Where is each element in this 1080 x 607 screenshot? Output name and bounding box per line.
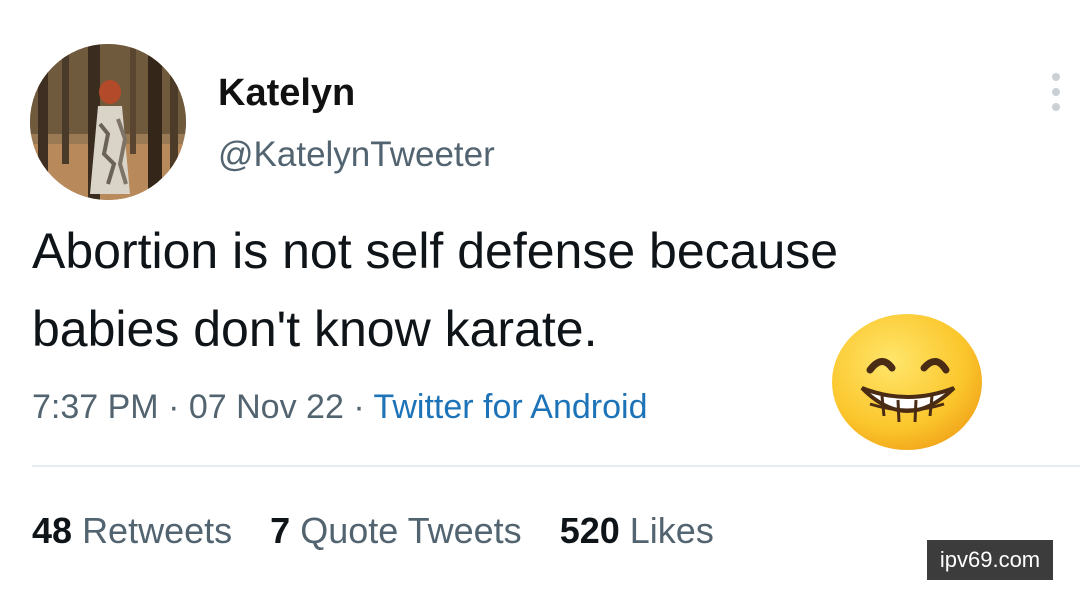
- avatar[interactable]: [30, 44, 186, 200]
- tweet-time[interactable]: 7:37 PM: [32, 388, 159, 426]
- tweet-text-line: Abortion is not self defense because: [32, 223, 839, 279]
- retweets-label: Retweets: [82, 510, 233, 551]
- likes-stat[interactable]: 520 Likes: [560, 510, 714, 551]
- quote-tweets-count: 7: [270, 510, 291, 551]
- more-options-icon[interactable]: [1040, 70, 1072, 114]
- quote-tweets-stat[interactable]: 7 Quote Tweets: [270, 510, 522, 551]
- tweet-date[interactable]: 07 Nov 22: [189, 388, 344, 426]
- watermark: ipv69.com: [927, 540, 1053, 580]
- retweets-count: 48: [32, 510, 73, 551]
- user-handle[interactable]: @KatelynTweeter: [218, 134, 495, 176]
- likes-label: Likes: [629, 510, 714, 551]
- grinning-face-emoji-icon: [832, 314, 982, 450]
- tweet-source-link[interactable]: Twitter for Android: [373, 388, 647, 426]
- quote-tweets-label: Quote Tweets: [300, 510, 522, 551]
- display-name[interactable]: Katelyn: [218, 70, 355, 116]
- profile-photo-icon: [30, 44, 186, 200]
- meta-separator: ·: [168, 388, 180, 426]
- tweet-meta: 7:37 PM · 07 Nov 22 · Twitter for Androi…: [32, 385, 648, 429]
- divider: [32, 465, 1080, 467]
- meta-separator: ·: [353, 388, 365, 426]
- tweet-stats: 48 Retweets 7 Quote Tweets 520 Likes: [32, 508, 742, 554]
- retweets-stat[interactable]: 48 Retweets: [32, 510, 232, 551]
- likes-count: 520: [559, 510, 620, 551]
